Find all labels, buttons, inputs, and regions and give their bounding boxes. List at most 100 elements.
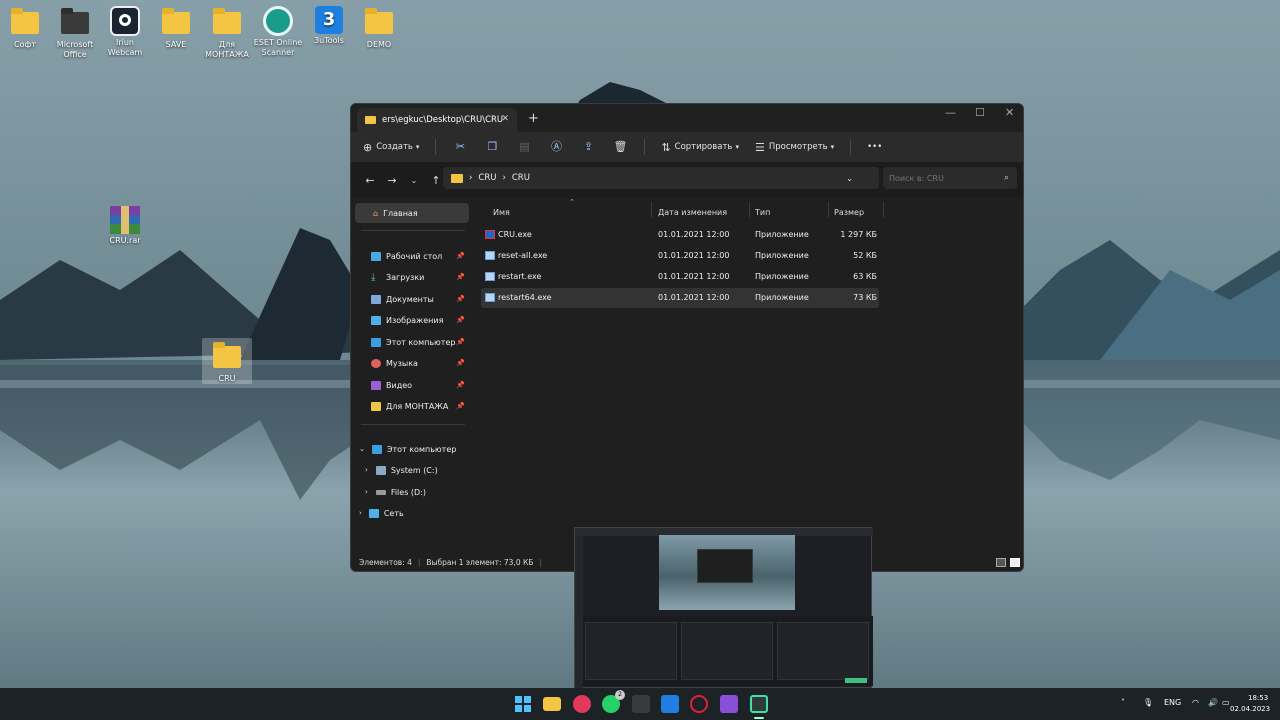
plus-circle-icon: ⊕ [363, 140, 373, 154]
cut-icon[interactable]: ✂ [452, 139, 468, 155]
desktop-icon-soft[interactable]: Софт [0, 8, 50, 50]
copy-icon[interactable]: ❐ [484, 139, 500, 155]
view-label: Просмотреть [768, 142, 828, 152]
sidebar-item-system-c[interactable]: › System (C:) [355, 460, 469, 480]
desktop-icon-cru[interactable]: CRU [202, 338, 252, 384]
more-options-button[interactable]: ••• [867, 142, 882, 152]
chevron-down-icon[interactable]: ⌄ [846, 174, 853, 183]
desktop-icon-demo[interactable]: DEMO [354, 8, 404, 50]
desktop-icon-label: CRU [218, 374, 236, 383]
history-chevron-icon[interactable]: ⌄ [403, 176, 425, 185]
sidebar-item-label: Видео [386, 380, 413, 390]
file-explorer-taskbar-icon[interactable] [543, 697, 561, 711]
sidebar-item-music[interactable]: Музыка 📌 [355, 353, 469, 373]
media-player-icon[interactable] [573, 695, 591, 713]
maximize-icon[interactable]: ☐ [975, 106, 985, 119]
folder-icon [11, 8, 39, 38]
column-header-size[interactable]: Размер [834, 204, 864, 220]
wifi-icon[interactable]: ◠ [1192, 698, 1199, 707]
details-view-icon[interactable] [996, 558, 1006, 567]
view-button[interactable]: ☰ Просмотреть ▾ [755, 141, 834, 154]
sidebar-item-this-pc-tree[interactable]: ⌄ Этот компьютер [355, 439, 469, 459]
file-type: Приложение [755, 251, 809, 260]
sidebar-item-pictures[interactable]: Изображения 📌 [355, 310, 469, 330]
file-name: CRU.exe [498, 230, 532, 239]
create-button[interactable]: ⊕ Создать ▾ [363, 141, 419, 154]
app-icon [485, 230, 495, 239]
minimize-icon[interactable]: — [945, 106, 956, 119]
paste-icon[interactable]: ▤ [516, 139, 532, 155]
share-icon[interactable]: ⇪ [580, 139, 596, 155]
desktop-icon-3utools[interactable]: 3 3uTools [304, 6, 354, 46]
desktop-icon-label: Iriun Webcam [107, 38, 143, 57]
file-size: 73 КБ [853, 293, 877, 302]
start-icon[interactable] [514, 695, 532, 713]
sidebar-item-documents[interactable]: Документы 📌 [355, 289, 469, 309]
desktop-icon-iriun-webcam[interactable]: Iriun Webcam [100, 6, 150, 58]
command-bar: ⊕ Создать ▾ ✂ ❐ ▤ Ⓐ ⇪ 🗑 ⇅ Сортировать ▾ … [351, 132, 1023, 162]
whatsapp-icon[interactable]: 2 [602, 690, 625, 713]
navigation-pane: ⌂ Главная Рабочий стол 📌 ⤓ Загрузки 📌 До… [351, 198, 473, 554]
sidebar-item-desktop[interactable]: Рабочий стол 📌 [355, 246, 469, 266]
delete-icon[interactable]: 🗑 [612, 139, 628, 155]
tab-cru[interactable]: ers\egkuc\Desktop\CRU\CRU ✕ [357, 108, 517, 132]
file-row-cru[interactable]: CRU.exe 01.01.2021 12:00 Приложение 1 29… [481, 225, 879, 245]
search-box[interactable]: ⌕ [883, 167, 1017, 189]
search-input[interactable] [889, 173, 997, 183]
volume-icon[interactable]: 🔊 [1208, 698, 1218, 707]
preview-canvas [659, 535, 795, 610]
column-divider[interactable] [883, 202, 884, 218]
file-explorer-window[interactable]: ers\egkuc\Desktop\CRU\CRU ✕ + — ☐ ✕ ⊕ Со… [350, 103, 1024, 572]
file-row-restart64[interactable]: restart64.exe 01.01.2021 12:00 Приложени… [481, 288, 879, 308]
column-header-date[interactable]: Дата изменения [658, 204, 727, 220]
clock-time[interactable]: 18:53 [1248, 694, 1268, 702]
breadcrumb-segment[interactable]: CRU [512, 173, 530, 183]
language-indicator[interactable]: ENG [1164, 698, 1181, 707]
taskbar-thumbnail-preview[interactable] [574, 527, 873, 689]
desktop-icon-microsoft-office[interactable]: Microsoft Office [50, 8, 100, 60]
column-header-name[interactable]: Имя [493, 204, 510, 220]
app-icon [485, 251, 495, 260]
sidebar-item-montage[interactable]: Для МОНТАЖА 📌 [355, 396, 469, 416]
opera-icon[interactable] [690, 695, 708, 713]
column-divider[interactable] [828, 202, 829, 218]
show-hidden-icons-icon[interactable]: ˄ [1121, 698, 1125, 707]
tiles-view-icon[interactable] [1010, 558, 1020, 567]
sort-button[interactable]: ⇅ Сортировать ▾ [661, 141, 739, 154]
close-tab-icon[interactable]: ✕ [501, 114, 509, 124]
desktop-icon-eset-scanner[interactable]: ESET Online Scanner [253, 6, 303, 58]
clock-date[interactable]: 02.04.2023 [1230, 705, 1270, 713]
rename-icon[interactable]: Ⓐ [548, 139, 564, 155]
column-header-label: Тип [755, 207, 771, 217]
file-row-reset-all[interactable]: reset-all.exe 01.01.2021 12:00 Приложени… [481, 246, 879, 266]
file-type: Приложение [755, 272, 809, 281]
column-divider[interactable] [749, 202, 750, 218]
obs-icon[interactable] [750, 695, 768, 713]
column-divider[interactable] [651, 202, 652, 218]
address-bar[interactable]: › CRU › CRU ⌄ ↻ [443, 167, 901, 189]
microphone-icon[interactable]: 🎙 [1143, 698, 1153, 707]
sidebar-item-files-d[interactable]: › Files (D:) [355, 482, 469, 502]
sidebar-item-this-pc[interactable]: Этот компьютер 📌 [355, 332, 469, 352]
close-window-icon[interactable]: ✕ [1005, 106, 1014, 119]
forward-arrow-icon[interactable]: → [381, 174, 403, 187]
video-editor-icon[interactable] [720, 695, 738, 713]
sidebar-item-downloads[interactable]: ⤓ Загрузки 📌 [355, 267, 469, 287]
desktop-icon-montage[interactable]: Для МОНТАЖА [202, 8, 252, 60]
column-header-type[interactable]: Тип [755, 204, 770, 220]
pictures-icon [371, 315, 381, 325]
back-arrow-icon[interactable]: ← [359, 174, 381, 187]
sidebar-item-network[interactable]: › Сеть [355, 503, 469, 523]
breadcrumb-segment[interactable]: CRU [478, 173, 496, 183]
desktop-icon-cru-rar[interactable]: CRU.rar [100, 206, 150, 246]
music-icon [371, 358, 381, 368]
3utools-taskbar-icon[interactable] [661, 695, 679, 713]
new-tab-icon[interactable]: + [528, 111, 539, 126]
desktop-icon-save[interactable]: SAVE [151, 8, 201, 50]
battery-icon[interactable]: ▭ [1222, 698, 1230, 707]
sidebar-item-home[interactable]: ⌂ Главная [355, 203, 469, 223]
file-row-restart[interactable]: restart.exe 01.01.2021 12:00 Приложение … [481, 267, 879, 287]
title-bar[interactable]: ers\egkuc\Desktop\CRU\CRU ✕ + — ☐ ✕ [351, 104, 1023, 132]
sidebar-item-videos[interactable]: Видео 📌 [355, 375, 469, 395]
csgo-icon[interactable] [632, 695, 650, 713]
